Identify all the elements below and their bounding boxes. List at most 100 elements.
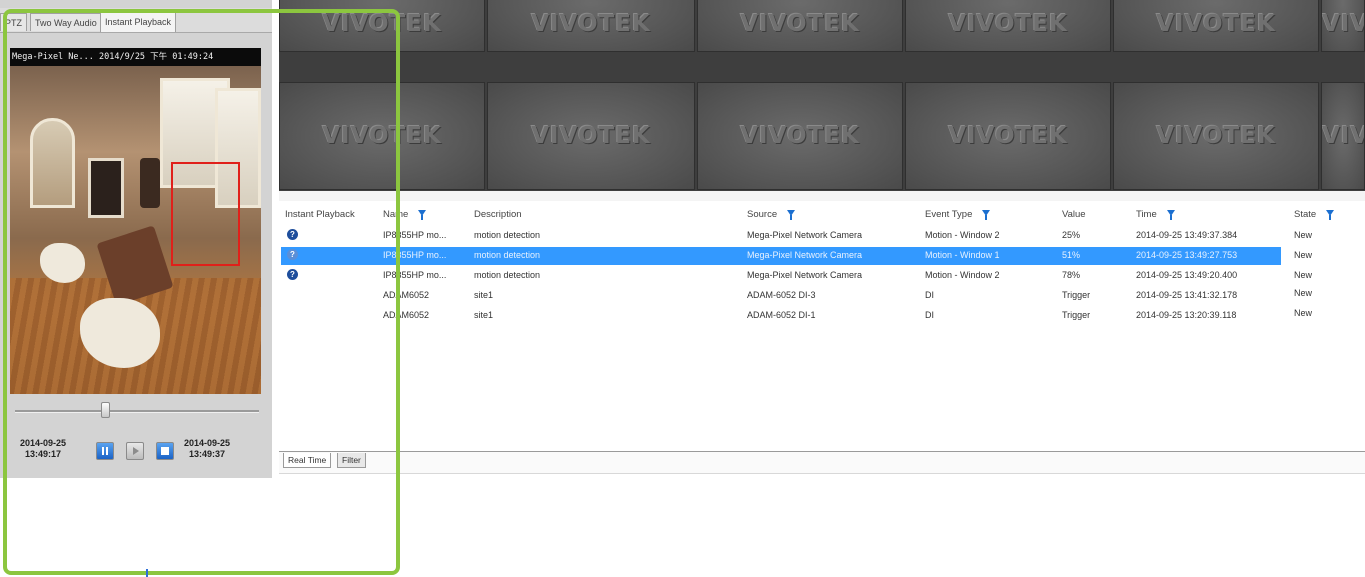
vivotek-logo: VIVOTEK [740,123,860,149]
cell-name: IP8355HP mo... [383,250,447,260]
column-header-state[interactable]: State [1294,209,1335,220]
cell-source: ADAM-6052 DI-3 [747,290,816,300]
camera-tile[interactable]: VIVOTEK [1113,0,1319,52]
tab-instant-playback[interactable]: Instant Playback [100,11,177,32]
column-header-event-type[interactable]: Event Type [925,209,991,220]
vivotek-logo: VIVOTEK [948,11,1068,38]
filter-icon[interactable] [418,210,427,220]
vivotek-logo: VIVOTEK [322,11,442,38]
cell-state: New [1294,308,1313,318]
vivotek-logo: VIVOTEK [1156,11,1276,38]
cell-time: 2014-09-25 13:49:20.400 [1136,270,1238,280]
column-header-label: Source [747,209,778,220]
chair-shape [40,243,85,283]
vivotek-logo: VIVOTEK [531,123,651,149]
cell-source: ADAM-6052 DI-1 [747,310,816,320]
table-row[interactable]: ADAM6052 site1 ADAM-6052 DI-1 DI Trigger 2014… [281,307,1281,325]
vivotek-logo: VIVOTEK [531,11,651,38]
play-icon [133,447,139,455]
filter-icon[interactable] [982,210,991,220]
camera-tile[interactable]: VIVOTEK [905,0,1111,52]
column-header-label: Instant Playback [285,209,355,220]
cell-description: site1 [474,310,494,320]
cell-name: ADAM6052 [383,290,430,300]
divider [279,473,1365,474]
cell-time: 2014-09-25 13:20:39.118 [1136,310,1237,320]
playback-start-time: 2014-09-25 13:49:17 [20,438,66,460]
playback-icon[interactable]: ? [287,269,298,280]
cell-name: IP8355HP mo... [383,230,447,240]
playback-video[interactable]: Mega-Pixel Ne... 2014/9/25 下午 01:49:24 [10,48,261,394]
vivotek-logo: VIVOTEK [322,123,442,149]
camera-grid: VIVOTEK VIVOTEK VIVOTEK VIVOTEK VIVOTEK VIVOT… [279,0,1365,191]
cell-time: 2014-09-25 13:41:32.178 [1136,290,1238,300]
playback-end-time: 2014-09-25 13:49:37 [184,438,230,460]
camera-tile[interactable]: VIVOTEK [1113,82,1319,190]
filter-icon[interactable] [1326,210,1335,220]
chair-shape [140,158,160,208]
tab-filter[interactable]: Filter [337,453,366,468]
cell-state: New [1294,288,1313,298]
pause-button[interactable] [96,442,114,460]
cell-description: motion detection [474,230,541,240]
end-date: 2014-09-25 [184,438,231,448]
stop-button[interactable] [156,442,174,460]
camera-tile[interactable]: VIVOTEK [279,82,485,190]
start-time: 13:49:17 [25,449,62,459]
tab-ptz[interactable]: PTZ [0,13,27,31]
cell-value: 51% [1062,250,1081,260]
motion-detection-box [171,162,240,266]
column-header-label: State [1294,209,1317,220]
camera-tile[interactable]: VIVOTEK [487,82,695,190]
instant-playback-panel: PTZ Two Way Audio Instant Playback Mega-… [0,0,272,478]
vivotek-logo: VIVOTEK [948,123,1068,149]
camera-tile[interactable]: VIVOTEK [697,0,903,52]
camera-tile[interactable]: VIVOTEK [697,82,903,190]
column-header-value[interactable]: Value [1062,209,1086,220]
event-table: Instant Playback Name Description Source… [279,201,1365,451]
playback-icon[interactable]: ? [287,229,298,240]
cell-time: 2014-09-25 13:49:37.384 [1136,230,1238,240]
camera-tile[interactable]: VIVOTEK [1321,82,1365,190]
fireplace-shape [88,158,124,218]
cell-name: IP8355HP mo... [383,270,447,280]
playback-slider-thumb[interactable] [101,402,111,418]
tab-two-way-audio[interactable]: Two Way Audio [30,13,102,31]
column-header-description[interactable]: Description [474,209,522,220]
vivotek-logo: VIVOTEK [1156,123,1276,149]
filter-icon[interactable] [1166,210,1175,220]
table-row[interactable]: ? IP8355HP mo... motion detection Mega-Pixe… [281,267,1281,285]
column-header-label: Description [474,209,522,220]
play-button[interactable] [126,442,144,460]
column-header-name[interactable]: Name [383,209,427,220]
table-row[interactable]: ? IP8355HP mo... motion detection Mega-Pixe… [281,247,1281,265]
filter-icon[interactable] [787,210,796,220]
camera-tile[interactable]: VIVOTEK [905,82,1111,190]
playback-icon[interactable]: ? [287,249,298,260]
table-row[interactable]: ADAM6052 site1 ADAM-6052 DI-3 DI Trigger 2014… [281,287,1281,305]
column-header-source[interactable]: Source [747,209,796,220]
arched-shelf-shape [30,118,75,208]
cell-description: motion detection [474,270,541,280]
column-header-instant-playback[interactable]: Instant Playback [285,209,355,220]
camera-tile[interactable]: VIVOTEK [279,0,485,52]
vivotek-logo: VIVOTEK [1322,11,1365,38]
tab-real-time[interactable]: Real Time [283,453,332,468]
cell-description: motion detection [474,250,541,260]
grid-separator [279,191,1365,201]
bottom-tabbar: Real Time Filter [279,451,1365,474]
video-overlay-text: Mega-Pixel Ne... 2014/9/25 下午 01:49:24 [10,48,261,66]
cell-event-type: DI [925,310,934,320]
column-header-time[interactable]: Time [1136,209,1175,220]
playback-slider-track[interactable] [15,410,259,413]
table-row[interactable]: ? IP8355HP mo... motion detection Mega-Pixe… [281,227,1281,245]
stop-icon [161,447,169,455]
column-header-label: Name [383,209,409,220]
cell-state: New [1294,230,1313,240]
vivotek-logo: VIVOTEK [1322,123,1365,149]
cell-event-type: Motion - Window 2 [925,270,1000,280]
camera-tile[interactable]: VIVOTEK [1321,0,1365,52]
camera-tile[interactable]: VIVOTEK [487,0,695,52]
column-header-label: Value [1062,209,1086,220]
cell-state: New [1294,270,1313,280]
